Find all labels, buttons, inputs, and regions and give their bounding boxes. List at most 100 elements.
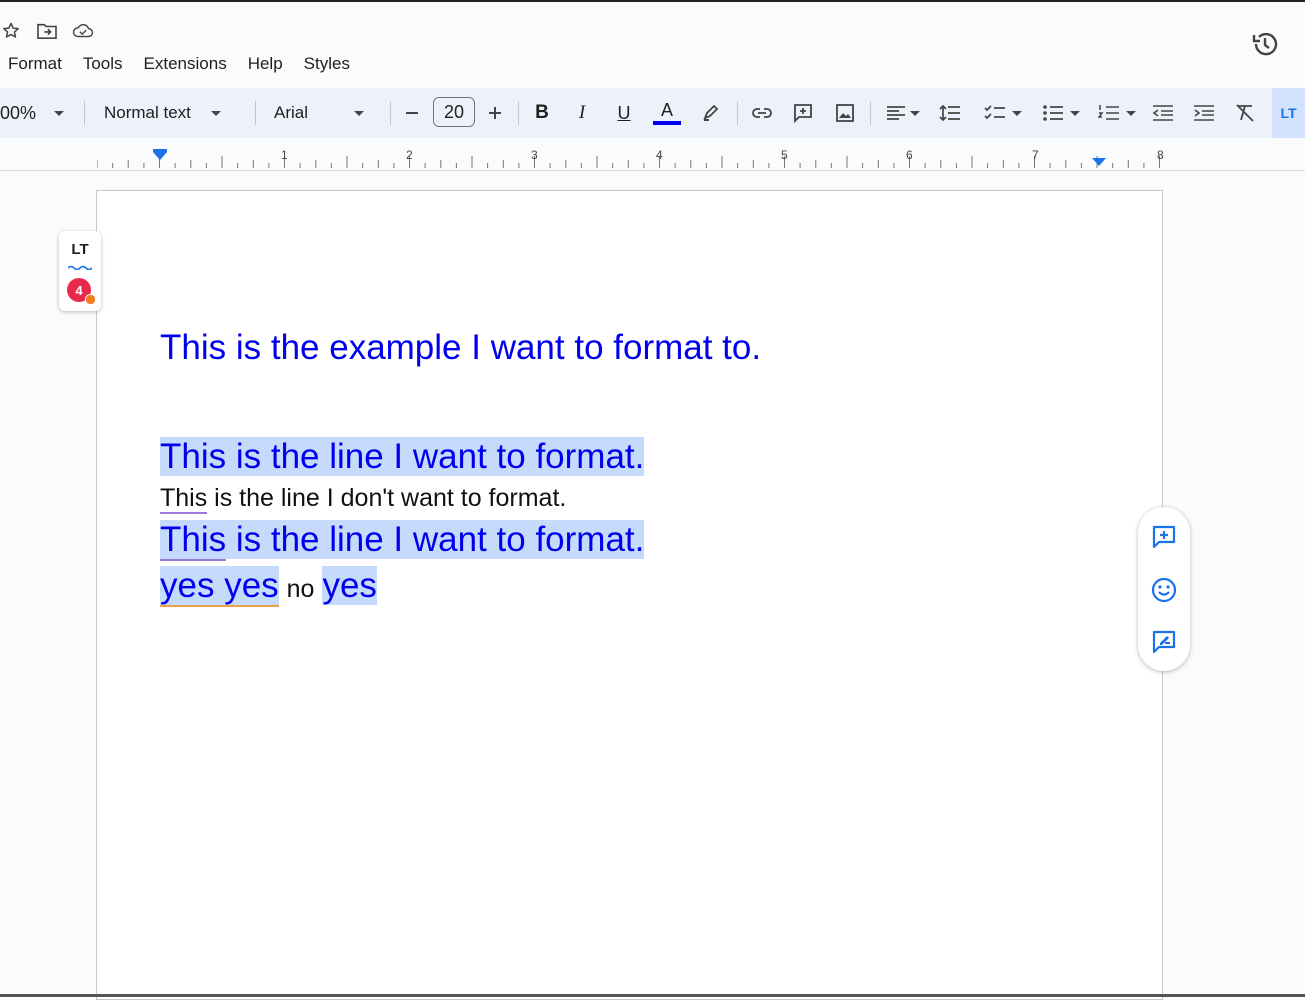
font-size-value: 20 [443, 101, 465, 122]
bold-button[interactable]: B [532, 88, 552, 138]
style-value: Normal text [104, 103, 191, 122]
italic-button[interactable]: I [572, 88, 592, 138]
menu-bar: Format Tools Extensions Help Styles [8, 52, 371, 76]
suggest-edits-button[interactable] [1149, 627, 1179, 657]
font-size-input[interactable]: 20 [433, 97, 475, 127]
font-value: Arial [274, 103, 309, 122]
move-folder-icon[interactable] [36, 20, 58, 42]
increase-font-size-button[interactable] [485, 88, 505, 138]
mixed-line[interactable]: yes yes no yes [160, 563, 377, 612]
left-indent-marker [153, 152, 167, 160]
chevron-down-icon [54, 110, 65, 116]
cloud-status-icon[interactable] [72, 20, 94, 42]
selected-text: yes yes [160, 566, 279, 607]
align-button[interactable] [883, 88, 923, 138]
divider [518, 101, 519, 125]
style-select[interactable]: Normal text [104, 88, 240, 138]
selected-text: yes [322, 566, 377, 605]
selected-text: This is the line I want to format. [160, 520, 645, 561]
ruler-ticks [97, 149, 1160, 168]
side-actions-panel [1138, 507, 1190, 671]
example-line[interactable]: This is the example I want to format to. [160, 328, 761, 368]
decrease-font-size-button[interactable] [402, 88, 422, 138]
text-color-icon: A [660, 100, 673, 120]
ruler-number: 2 [406, 148, 413, 162]
menu-extensions[interactable]: Extensions [144, 52, 237, 76]
unselected-text: no [286, 575, 315, 603]
chevron-down-icon [910, 110, 920, 116]
ruler-number: 4 [656, 148, 663, 162]
star-icon[interactable] [0, 20, 22, 42]
insert-link-button[interactable] [750, 88, 774, 138]
increase-indent-button[interactable] [1192, 88, 1216, 138]
right-indent-marker [1092, 158, 1106, 166]
version-history-icon[interactable] [1250, 29, 1280, 59]
link-icon [752, 108, 772, 118]
selected-line-1[interactable]: This is the line I want to format. [160, 434, 645, 479]
italic-icon: I [578, 102, 586, 123]
divider [390, 101, 391, 125]
chevron-down-icon [1070, 110, 1080, 116]
top-bar: Format Tools Extensions Help Styles [0, 0, 1305, 88]
text-color-swatch [653, 121, 681, 125]
font-select[interactable]: Arial [274, 88, 374, 138]
suggest-edit-icon [1152, 630, 1176, 654]
menu-format[interactable]: Format [8, 52, 72, 76]
chevron-down-icon [1126, 110, 1136, 116]
unformatted-line[interactable]: This is the line I don't want to format. [160, 483, 567, 514]
minus-icon [406, 112, 418, 114]
numbered-list-button[interactable] [1094, 88, 1140, 138]
emoji-icon [1151, 577, 1177, 603]
languagetool-toolbar-button[interactable]: LT [1272, 88, 1305, 138]
status-dot [85, 294, 96, 305]
decrease-indent-button[interactable] [1151, 88, 1175, 138]
divider [870, 101, 871, 125]
highlighter-icon [703, 104, 719, 121]
selected-text: This is the line I want to format. [160, 437, 645, 476]
divider [255, 101, 256, 125]
text-color-button[interactable]: A [652, 88, 682, 138]
bulleted-list-button[interactable] [1038, 88, 1084, 138]
line-spacing-icon [939, 104, 960, 122]
chevron-down-icon [210, 110, 221, 116]
checklist-icon [984, 105, 1005, 120]
clear-formatting-button[interactable] [1233, 88, 1257, 138]
divider [84, 101, 85, 125]
ruler: 1 2 3 4 5 6 7 8 [0, 138, 1305, 171]
plus-icon [489, 107, 501, 119]
align-left-icon [887, 106, 905, 120]
underline-button[interactable]: U [614, 88, 634, 138]
bold-icon: B [535, 102, 549, 123]
numbered-list-icon [1098, 105, 1119, 120]
insert-image-button[interactable] [834, 88, 856, 138]
add-comment-button[interactable] [791, 88, 815, 138]
highlight-button[interactable] [700, 88, 722, 138]
add-comment-side-button[interactable] [1149, 522, 1179, 552]
spellcheck-word: This [160, 520, 227, 561]
wave-icon [67, 257, 93, 271]
ruler-number: 8 [1157, 148, 1164, 162]
ruler-number: 6 [906, 148, 913, 162]
zoom-select[interactable]: 00% [0, 88, 74, 138]
increase-indent-icon [1194, 105, 1214, 121]
ruler-number: 3 [531, 148, 538, 162]
add-emoji-reaction-button[interactable] [1149, 575, 1179, 605]
menu-styles[interactable]: Styles [304, 52, 360, 76]
selected-line-2[interactable]: This is the line I want to format. [160, 517, 645, 563]
plain-text: is the line I don't want to format. [207, 484, 567, 512]
languagetool-icon: LT [1280, 105, 1297, 121]
menu-help[interactable]: Help [248, 52, 293, 76]
title-icons [0, 20, 94, 42]
clear-formatting-icon [1236, 104, 1254, 122]
bulleted-list-icon [1043, 105, 1063, 121]
add-comment-icon [1152, 525, 1176, 549]
image-icon [836, 104, 854, 122]
add-comment-icon [794, 104, 812, 124]
languagetool-panel[interactable]: LT 4 [59, 231, 101, 311]
selected-text-rest: is the line I want to format. [226, 520, 645, 559]
menu-tools[interactable]: Tools [83, 52, 133, 76]
line-spacing-button[interactable] [938, 88, 962, 138]
spellcheck-word: This [160, 484, 208, 514]
checklist-button[interactable] [980, 88, 1026, 138]
decrease-indent-icon [1152, 105, 1173, 121]
